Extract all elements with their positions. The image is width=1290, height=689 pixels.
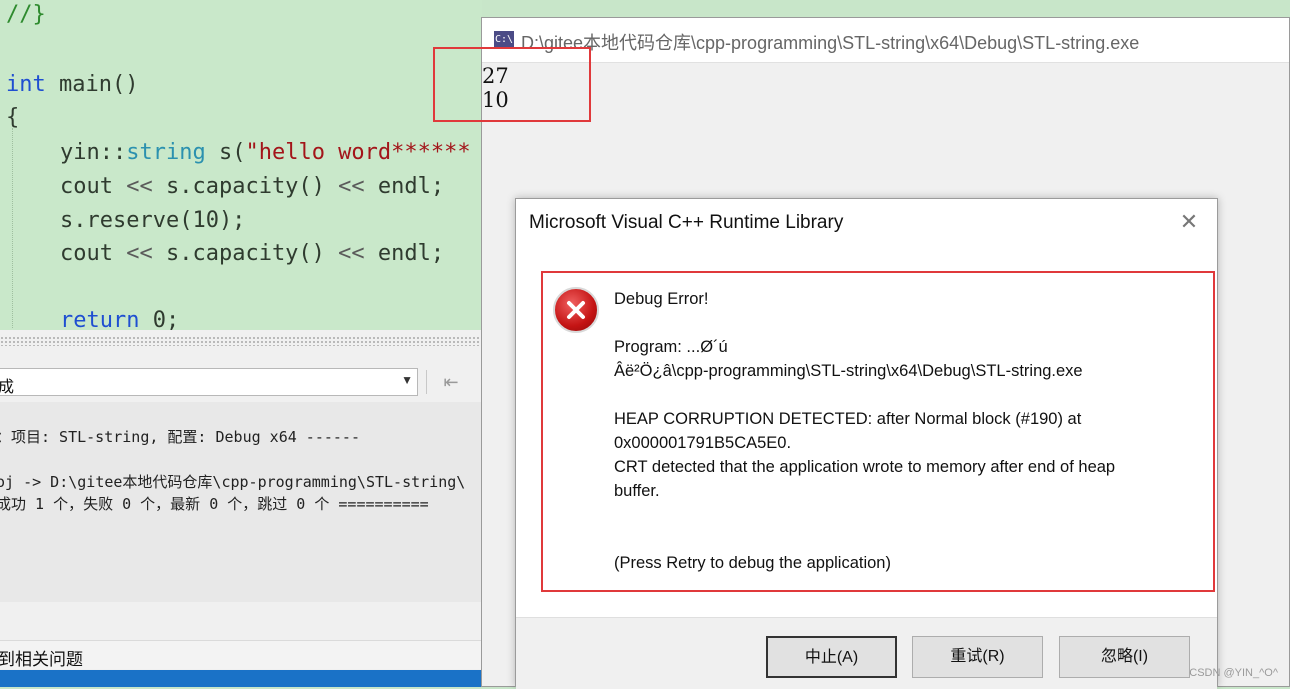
keyword-int: int (6, 72, 46, 97)
abort-button[interactable]: 中止(A) (766, 636, 897, 678)
panel-grip[interactable] (0, 336, 482, 346)
cout-token: cout (60, 174, 127, 199)
runtime-error-dialog: Microsoft Visual C++ Runtime Library ✕ D… (515, 198, 1218, 689)
dialog-title: Microsoft Visual C++ Runtime Library (529, 212, 844, 233)
namespace-token: yin:: (60, 140, 127, 165)
keyword-return: return (60, 308, 140, 330)
console-title: D:\gitee本地代码仓库\cpp-programming\STL-strin… (521, 33, 1140, 53)
code-line-cout-2: cout << s.capacity() << endl; (60, 241, 444, 266)
cout-token: cout (60, 241, 127, 266)
indent-guide (12, 128, 13, 328)
console-app-icon: C:\ (494, 31, 514, 48)
code-line-brace: { (6, 105, 20, 130)
code-line-return: return 0; (60, 308, 179, 330)
error-list-strip[interactable]: 到相关问题 (0, 640, 482, 669)
return-value: 0; (139, 308, 180, 330)
operator-token: << (338, 174, 365, 199)
dialog-button-bar: 中止(A) 重试(R) 忽略(I) (516, 617, 1217, 689)
code-line-comment: //} (6, 2, 46, 27)
highlight-box-output (433, 47, 591, 122)
code-editor[interactable]: //} int main() { yin::string s("hello wo… (0, 0, 482, 330)
string-literal: "hello word****** (245, 140, 471, 165)
toolbar-divider (426, 370, 427, 394)
ignore-button[interactable]: 忽略(I) (1059, 636, 1190, 678)
operator-token: << (338, 241, 365, 266)
code-line-main: int main() (6, 72, 138, 97)
output-line: ：项目: STL-string, 配置: Debug x64 ------ (0, 428, 360, 446)
main-signature: main() (45, 72, 139, 97)
status-bar (0, 670, 482, 687)
highlight-box-message (541, 271, 1215, 592)
error-list-label: 到相关问题 (0, 650, 83, 669)
capacity-call: s.capacity() (152, 174, 339, 199)
output-panel: 成 ▼ ⇤ ：项目: STL-string, 配置: Debug x64 ---… (0, 330, 482, 687)
watermark: CSDN @YIN_^O^ (1189, 667, 1278, 679)
code-line-cout-1: cout << s.capacity() << endl; (60, 174, 444, 199)
var-token: s( (205, 140, 246, 165)
output-text-area[interactable]: ：项目: STL-string, 配置: Debug x64 ------ oj… (0, 402, 482, 602)
output-line: 成功 1 个，失败 0 个，最新 0 个，跳过 0 个 ========== (0, 495, 429, 513)
word-wrap-icon[interactable]: ⇤ (436, 368, 466, 396)
code-line-reserve: s.reserve(10); (60, 208, 246, 233)
code-line-string-decl: yin::string s("hello word****** (60, 140, 471, 165)
retry-button[interactable]: 重试(R) (912, 636, 1043, 678)
operator-token: << (126, 241, 153, 266)
endl-token: endl; (364, 174, 445, 199)
capacity-call: s.capacity() (152, 241, 339, 266)
type-token: string (126, 140, 206, 165)
chevron-down-icon[interactable]: ▼ (401, 373, 413, 387)
output-source-value: 成 (0, 379, 15, 396)
output-line: oj -> D:\gitee本地代码仓库\cpp-programming\STL… (0, 473, 466, 491)
output-source-select[interactable]: 成 ▼ (0, 368, 418, 396)
close-icon[interactable]: ✕ (1177, 209, 1201, 235)
console-titlebar[interactable]: C:\ D:\gitee本地代码仓库\cpp-programming\STL-s… (482, 18, 1289, 63)
endl-token: endl; (364, 241, 445, 266)
operator-token: << (126, 174, 153, 199)
